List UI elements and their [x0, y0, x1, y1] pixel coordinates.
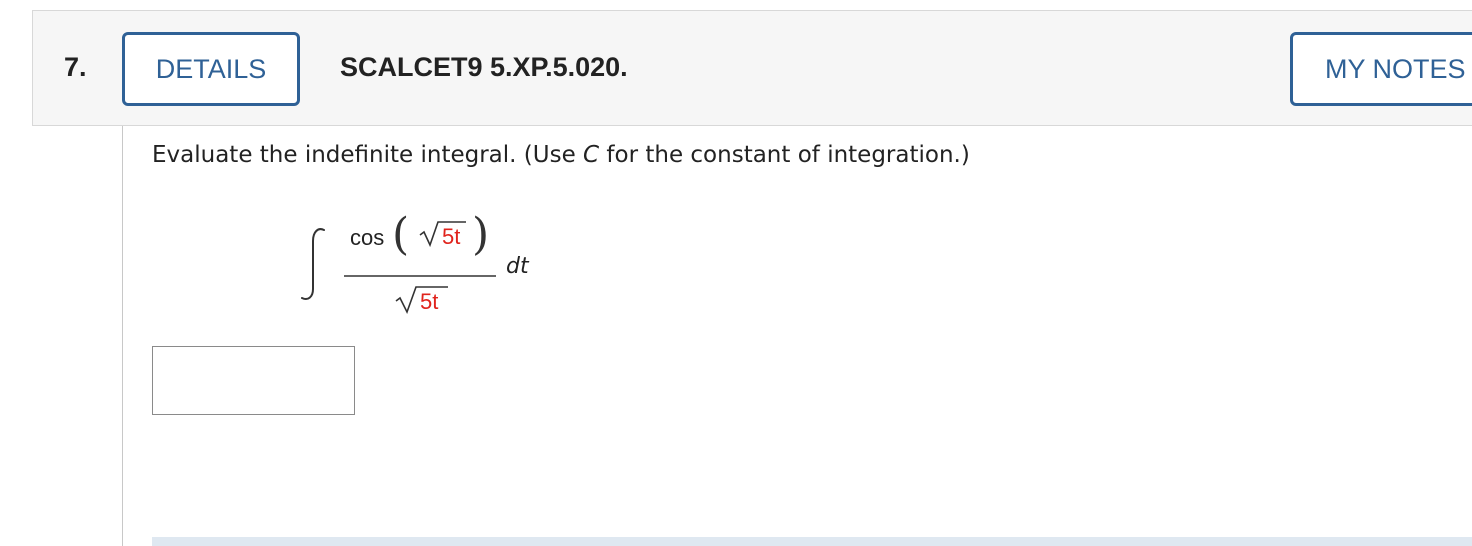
numerator-radicand: 5t: [442, 224, 460, 249]
bottom-bar: [152, 537, 1472, 546]
question-id: SCALCET9 5.XP.5.020.: [340, 52, 628, 82]
denominator-radicand: 5t: [420, 289, 438, 314]
question-number: 7.: [64, 52, 87, 82]
constant-variable: C: [583, 142, 600, 168]
function-cos: cos: [350, 225, 384, 250]
prompt-text-before: Evaluate the indefinite integral. (Use: [152, 142, 584, 168]
answer-input[interactable]: [152, 346, 355, 415]
integral-sign: [301, 228, 325, 300]
details-button[interactable]: DETAILS: [122, 32, 300, 106]
my-notes-button[interactable]: MY NOTES: [1290, 32, 1472, 106]
prompt-text-after: for the constant of integration.): [599, 142, 970, 168]
integral-expression: cos ( 5t ) 5t dt: [301, 209, 530, 315]
differential: dt: [506, 254, 530, 279]
content-left-border: [122, 126, 123, 546]
right-paren: ): [472, 209, 489, 260]
left-paren: (: [392, 209, 409, 260]
question-prompt: Evaluate the indefinite integral. (Use C…: [152, 142, 970, 168]
